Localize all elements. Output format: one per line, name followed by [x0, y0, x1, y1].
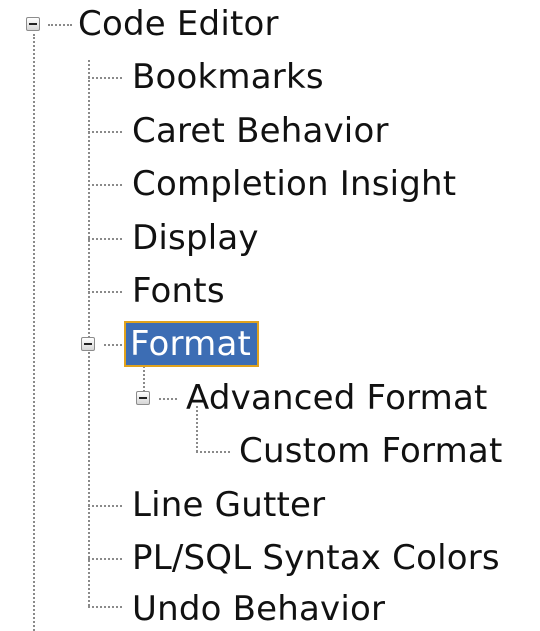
tree-connector-h	[104, 344, 122, 346]
tree-node-undo-behavior[interactable]: Undo Behavior	[132, 588, 385, 630]
tree-connector-h	[159, 398, 177, 400]
tree-connector-h	[88, 606, 122, 608]
tree-connector-h	[88, 558, 122, 560]
tree-connector-h	[88, 77, 122, 79]
tree-connector-h	[196, 451, 230, 453]
tree-node-display[interactable]: Display	[132, 217, 259, 259]
tree-connector-h	[88, 238, 122, 240]
tree-node-fonts[interactable]: Fonts	[132, 270, 225, 312]
collapse-icon-format[interactable]	[81, 337, 95, 351]
tree-connector-h	[48, 24, 72, 26]
tree-node-completion-insight[interactable]: Completion Insight	[132, 163, 456, 205]
tree-connector-level1	[88, 60, 90, 606]
tree-node-plsql-syntax-colors[interactable]: PL/SQL Syntax Colors	[132, 537, 500, 579]
tree-connector-root	[33, 34, 35, 631]
tree-node-line-gutter[interactable]: Line Gutter	[132, 484, 325, 526]
tree-connector-h	[88, 131, 122, 133]
collapse-icon-advanced-format[interactable]	[136, 391, 150, 405]
tree-node-code-editor[interactable]: Code Editor	[78, 3, 279, 45]
collapse-icon-code-editor[interactable]	[26, 17, 40, 31]
tree-node-format[interactable]: Format	[124, 321, 260, 367]
tree-node-caret-behavior[interactable]: Caret Behavior	[132, 110, 389, 152]
tree-node-bookmarks[interactable]: Bookmarks	[132, 56, 324, 98]
tree-node-custom-format[interactable]: Custom Format	[239, 430, 502, 472]
tree-node-advanced-format[interactable]: Advanced Format	[186, 377, 488, 419]
tree-connector-h	[88, 505, 122, 507]
tree-connector-h	[88, 291, 122, 293]
tree-connector-h	[88, 184, 122, 186]
